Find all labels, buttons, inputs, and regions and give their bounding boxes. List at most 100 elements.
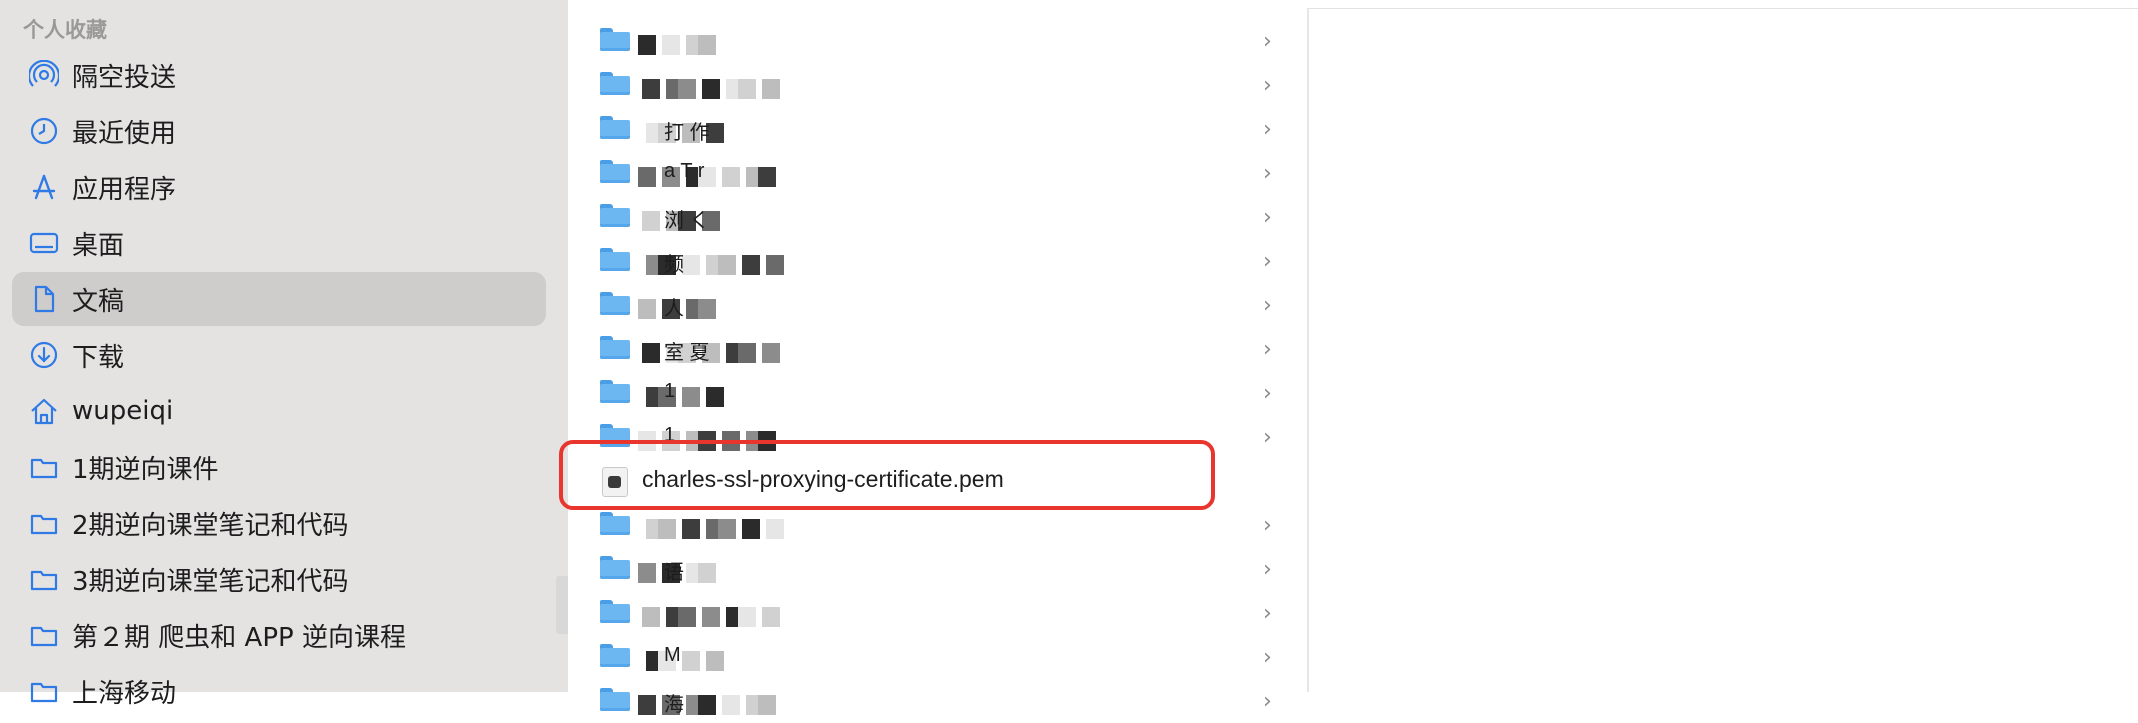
chevron-right-icon: › xyxy=(1263,249,1272,274)
folder-icon xyxy=(28,619,60,651)
folder-icon xyxy=(28,451,60,483)
sidebar-item-label: 应用程序 xyxy=(72,174,177,205)
sidebar-item-label: 最近使用 xyxy=(72,118,177,149)
mosaic-block xyxy=(742,519,760,539)
mosaic-block xyxy=(638,167,656,187)
chevron-right-icon: › xyxy=(1263,425,1272,450)
sidebar-item-airdrop[interactable]: 隔空投送 xyxy=(12,48,546,102)
sidebar-item-folder-4[interactable]: 第２期 爬虫和 APP 逆向课程 xyxy=(12,608,546,662)
mosaic-block xyxy=(758,431,776,451)
chevron-right-icon: › xyxy=(1263,29,1272,54)
folder-body xyxy=(600,76,630,95)
folder-row[interactable]: 人 › xyxy=(568,283,1308,327)
column-divider[interactable] xyxy=(1307,8,1309,692)
folder-icon xyxy=(600,248,630,271)
folder-row[interactable]: 打 作 › xyxy=(568,107,1308,151)
folder-icon xyxy=(600,116,630,139)
chevron-right-icon: › xyxy=(1263,161,1272,186)
mosaic-block xyxy=(678,607,696,627)
mosaic-block xyxy=(762,343,780,363)
folder-row[interactable]: M › xyxy=(568,635,1308,679)
folder-body xyxy=(600,428,630,447)
sidebar-item-folder-3[interactable]: 3期逆向课堂笔记和代码 xyxy=(12,552,546,606)
mosaic-block xyxy=(722,695,740,715)
chevron-right-icon: › xyxy=(1263,513,1272,538)
folder-body xyxy=(600,120,630,139)
folder-name-fragment: 浏 く xyxy=(664,210,710,232)
folder-row[interactable]: › xyxy=(568,63,1308,107)
sidebar-item-recents[interactable]: 最近使用 xyxy=(12,104,546,158)
folder-icon xyxy=(28,563,60,595)
folder-icon xyxy=(600,512,630,535)
chevron-right-icon: › xyxy=(1263,205,1272,230)
mosaic-block xyxy=(718,255,736,275)
clock-icon xyxy=(28,115,60,147)
mosaic-block xyxy=(738,607,756,627)
mosaic-block xyxy=(682,387,700,407)
folder-body xyxy=(600,164,630,183)
sidebar: 个人收藏 隔空投送 最近使用 应用程序 桌面 文稿 下载 wupeiqi 1期逆… xyxy=(0,0,569,709)
mosaic-block xyxy=(642,343,660,363)
sidebar-item-folder-1[interactable]: 1期逆向课件 xyxy=(12,440,546,494)
folder-icon xyxy=(600,160,630,183)
mosaic-block xyxy=(706,651,724,671)
sidebar-item-home[interactable]: wupeiqi xyxy=(12,384,546,438)
folder-icon xyxy=(600,600,630,623)
sidebar-item-folder-2[interactable]: 2期逆向课堂笔记和代码 xyxy=(12,496,546,550)
chevron-right-icon: › xyxy=(1263,73,1272,98)
folder-row[interactable]: 浏 く › xyxy=(568,195,1308,239)
folder-icon xyxy=(600,556,630,579)
sidebar-item-label: 1期逆向课件 xyxy=(72,454,219,485)
folder-body xyxy=(600,340,630,359)
sidebar-item-folder-5[interactable]: 上海移动 xyxy=(12,664,546,718)
chevron-right-icon: › xyxy=(1263,293,1272,318)
folder-row[interactable]: 语 › xyxy=(568,547,1308,591)
sidebar-item-desktop[interactable]: 桌面 xyxy=(12,216,546,270)
folder-row[interactable]: 频 › xyxy=(568,239,1308,283)
folder-icon xyxy=(600,204,630,227)
folder-name-fragment: 语 xyxy=(664,562,684,584)
mosaic-block xyxy=(638,431,656,451)
folder-row[interactable]: › xyxy=(568,591,1308,635)
mosaic-block xyxy=(738,79,756,99)
folder-name-fragment: a T r xyxy=(664,160,705,182)
file-row-pem[interactable]: charles-ssl-proxying-certificate.pem xyxy=(568,459,1308,503)
mosaic-block xyxy=(698,35,716,55)
mosaic-block xyxy=(742,255,760,275)
folder-body xyxy=(600,384,630,403)
folder-name-fragment: 人 xyxy=(664,298,684,320)
mosaic-block xyxy=(642,607,660,627)
mosaic-block xyxy=(658,519,676,539)
folder-icon xyxy=(600,28,630,51)
folder-row[interactable]: 1 › xyxy=(568,415,1308,459)
folder-row[interactable]: › xyxy=(568,19,1308,63)
folder-row[interactable]: 室 夏 › xyxy=(568,327,1308,371)
folder-icon xyxy=(28,675,60,707)
folder-row[interactable]: › xyxy=(568,503,1308,547)
folder-row[interactable]: a T r › xyxy=(568,151,1308,195)
mosaic-block xyxy=(638,35,656,55)
sidebar-item-downloads[interactable]: 下载 xyxy=(12,328,546,382)
mosaic-block xyxy=(722,167,740,187)
mosaic-block xyxy=(698,431,716,451)
chevron-right-icon: › xyxy=(1263,689,1272,714)
mosaic-block xyxy=(738,343,756,363)
chevron-right-icon: › xyxy=(1263,557,1272,582)
folder-name-fragment: 1 xyxy=(664,380,676,402)
folder-row[interactable]: 海 › xyxy=(568,679,1308,723)
sidebar-item-label: 3期逆向课堂笔记和代码 xyxy=(72,566,349,597)
mosaic-block xyxy=(678,79,696,99)
folder-icon xyxy=(600,644,630,667)
mosaic-block xyxy=(662,35,680,55)
mosaic-block xyxy=(762,79,780,99)
mosaic-block xyxy=(722,431,740,451)
desktop-icon xyxy=(28,227,60,259)
sidebar-item-applications[interactable]: 应用程序 xyxy=(12,160,546,214)
file-list-column: › › 打 作 › a T r › 浏 く › 频 › 人 › 室 夏 › 1 › 1 › charles-ssl-… xyxy=(568,0,1308,716)
folder-body xyxy=(600,32,630,51)
folder-body xyxy=(600,648,630,667)
mosaic-block xyxy=(642,79,660,99)
folder-row[interactable]: 1 › xyxy=(568,371,1308,415)
sidebar-item-documents[interactable]: 文稿 xyxy=(12,272,546,326)
mosaic-block xyxy=(682,651,700,671)
